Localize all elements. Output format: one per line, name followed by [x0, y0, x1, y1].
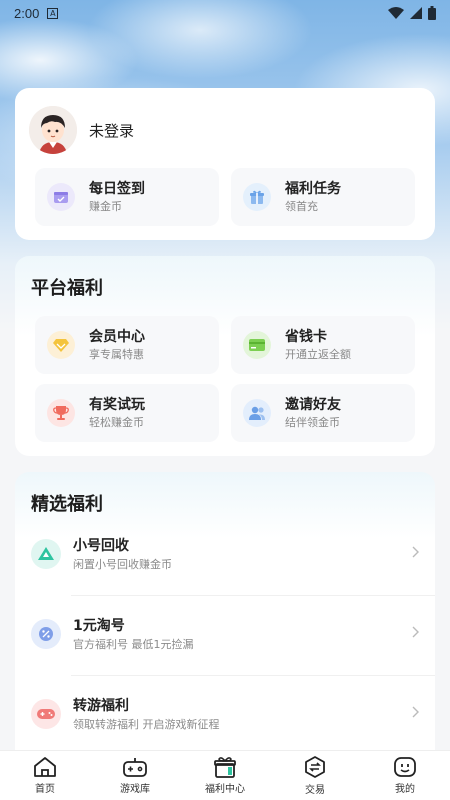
- platform-welfare-card: 平台福利 会员中心 享专属特惠 省钱卡 开通立返全额 有奖试玩 轻松赚金币 邀请…: [15, 256, 435, 456]
- gift-tab-icon: [214, 757, 236, 778]
- gamepad-tab-icon: [123, 758, 147, 777]
- section-title: 精选福利: [31, 490, 103, 516]
- tile-title: 福利任务: [285, 181, 341, 197]
- tile-subtitle: 结伴领金币: [285, 416, 340, 429]
- list-item-title: 1元淘号: [73, 618, 125, 634]
- tile-title: 邀请好友: [285, 397, 341, 413]
- tile-title: 省钱卡: [285, 329, 327, 345]
- tab-label: 交易: [305, 785, 325, 796]
- tab-trade[interactable]: 交易: [270, 751, 360, 800]
- battery-icon: [428, 6, 436, 20]
- user-card: 未登录 每日签到 赚金币 福利任务 领首充: [15, 88, 435, 240]
- section-title-text: 平台福利: [31, 278, 103, 299]
- trophy-icon: [47, 399, 75, 427]
- gamepad-icon: [31, 699, 61, 729]
- welfare-task-tile[interactable]: 福利任务 领首充: [231, 168, 415, 226]
- trial-play-tile[interactable]: 有奖试玩 轻松赚金币: [35, 384, 219, 442]
- chevron-right-icon: [412, 626, 419, 638]
- saving-card-tile[interactable]: 省钱卡 开通立返全额: [231, 316, 415, 374]
- avatar-boy-icon: [29, 106, 77, 154]
- list-item-title: 转游福利: [73, 698, 129, 714]
- login-status-label[interactable]: 未登录: [89, 120, 134, 141]
- status-indicators: [388, 6, 436, 20]
- daily-checkin-tile[interactable]: 每日签到 赚金币: [35, 168, 219, 226]
- notification-a-icon: A: [47, 7, 59, 19]
- calendar-icon: [47, 183, 75, 211]
- login-row[interactable]: 未登录: [29, 106, 134, 154]
- tab-label: 首页: [35, 784, 55, 795]
- list-item-transfer-game[interactable]: 转游福利 领取转游福利 开启游戏新征程: [15, 674, 435, 754]
- tab-welfare-center[interactable]: 福利中心: [180, 751, 270, 800]
- section-title: 平台福利: [31, 274, 103, 300]
- home-icon: [34, 757, 56, 777]
- tile-subtitle: 轻松赚金币: [89, 416, 144, 429]
- recycle-icon: [31, 539, 61, 569]
- card-icon: [243, 331, 271, 359]
- percent-badge-icon: [31, 619, 61, 649]
- tile-title: 每日签到: [89, 181, 145, 197]
- invite-friends-tile[interactable]: 邀请好友 结伴领金币: [231, 384, 415, 442]
- selected-welfare-card: 精选福利 小号回收 闲置小号回收赚金币 1元淘号 官方福利号 最低1元捡漏 转游…: [15, 472, 435, 772]
- tile-subtitle: 享专属特惠: [89, 348, 144, 361]
- tab-home[interactable]: 首页: [0, 751, 90, 800]
- tab-label: 游戏库: [120, 784, 150, 795]
- avatar[interactable]: [29, 106, 77, 154]
- wifi-icon: [388, 7, 404, 19]
- chevron-right-icon: [412, 546, 419, 558]
- list-item-subtitle: 领取转游福利 开启游戏新征程: [73, 718, 220, 731]
- list-item-title: 小号回收: [73, 538, 129, 554]
- tab-mine[interactable]: 我的: [360, 751, 450, 800]
- tile-subtitle: 领首充: [285, 200, 318, 213]
- bottom-tab-bar: 首页 游戏库 福利中心 交易 我的: [0, 750, 450, 800]
- tile-subtitle: 开通立返全额: [285, 348, 351, 361]
- profile-face-icon: [394, 757, 416, 777]
- status-time: 2:00: [14, 5, 40, 21]
- list-item-one-yuan-account[interactable]: 1元淘号 官方福利号 最低1元捡漏: [15, 594, 435, 674]
- tile-title: 有奖试玩: [89, 397, 145, 413]
- status-bar: 2:00 A: [0, 0, 450, 26]
- friends-icon: [243, 399, 271, 427]
- list-item-account-recycle[interactable]: 小号回收 闲置小号回收赚金币: [15, 514, 435, 594]
- list-item-subtitle: 官方福利号 最低1元捡漏: [73, 638, 194, 651]
- section-title-text: 精选福利: [31, 494, 103, 515]
- tile-title: 会员中心: [89, 329, 145, 345]
- member-center-tile[interactable]: 会员中心 享专属特惠: [35, 316, 219, 374]
- tab-game-library[interactable]: 游戏库: [90, 751, 180, 800]
- tab-label: 福利中心: [205, 784, 245, 795]
- tab-label: 我的: [395, 784, 415, 795]
- signal-icon: [410, 7, 422, 19]
- tile-subtitle: 赚金币: [89, 200, 122, 213]
- trade-icon: [305, 756, 325, 778]
- gift-icon: [243, 183, 271, 211]
- chevron-right-icon: [412, 706, 419, 718]
- list-item-subtitle: 闲置小号回收赚金币: [73, 558, 172, 571]
- diamond-icon: [47, 331, 75, 359]
